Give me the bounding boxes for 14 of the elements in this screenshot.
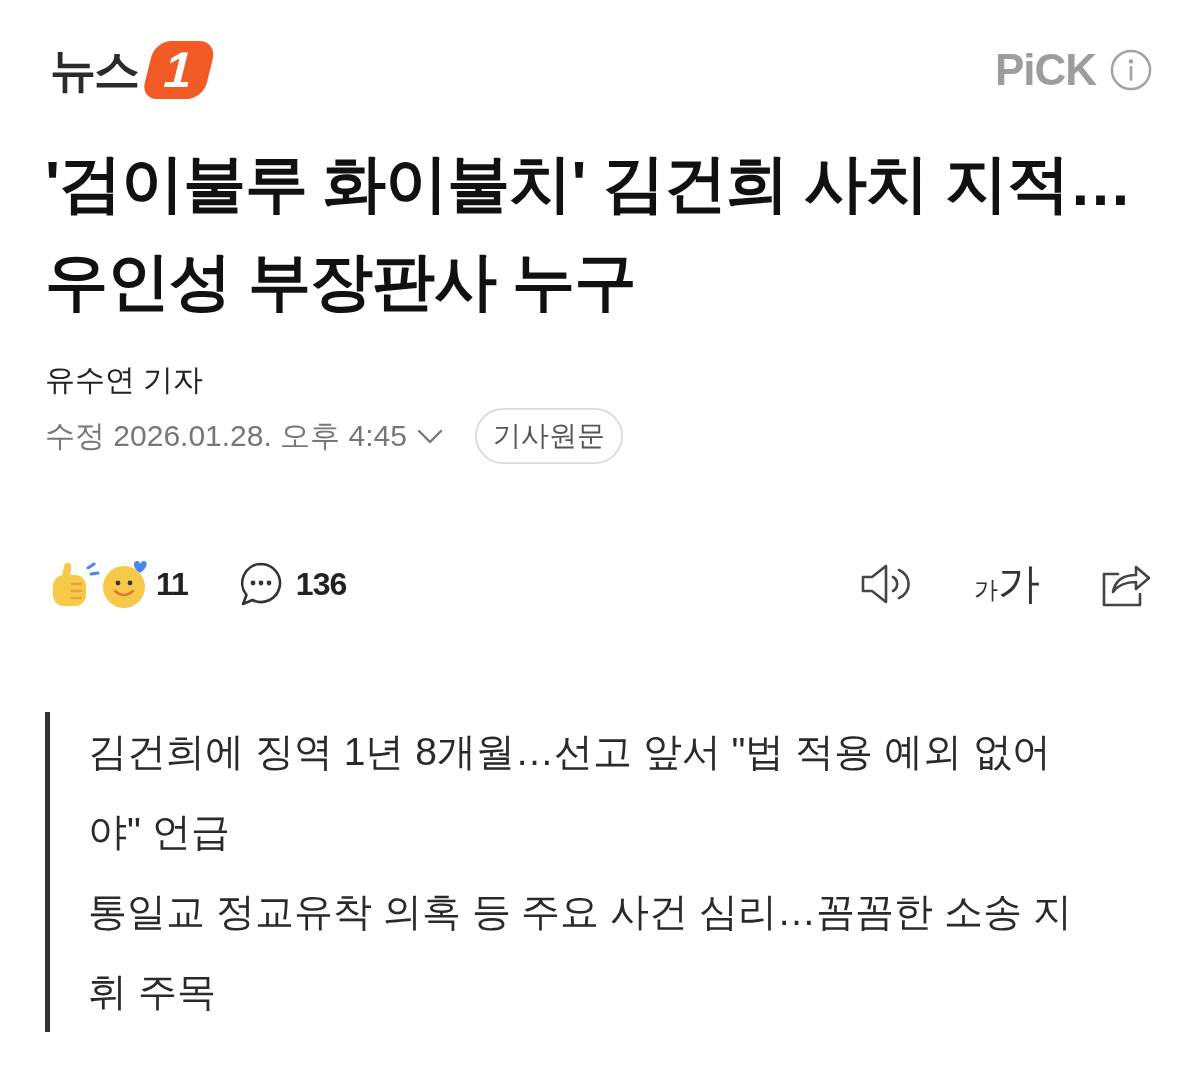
logo-text: 뉴스 [50,47,138,93]
reaction-button[interactable]: 11 [50,559,188,609]
original-article-button[interactable]: 기사원문 [474,408,623,464]
timestamp: 수정 2026.01.28. 오후 4:45 [45,418,407,454]
font-size-button[interactable]: 가가 [974,563,1040,605]
pick-label: PiCK [994,48,1096,92]
summary-text: 통일교 정교유착 의혹 등 주요 사건 심리…꼼꼼한 소송 지휘 주목 [88,889,1073,1015]
comment-button[interactable]: 136 [237,561,347,607]
headline: '검이불루 화이불치' 김건희 사치 지적… 우인성 부장판사 누구 [45,147,1132,318]
thumbs-up-icon [50,560,100,608]
summary-text: 김건희에 징역 1년 8개월…선고 앞서 "법 적용 예외 없어야" 언급 [88,729,1052,855]
byline: 유수연 기자 [45,362,205,398]
chevron-down-icon[interactable] [416,428,443,444]
smiley-icon [102,559,148,609]
